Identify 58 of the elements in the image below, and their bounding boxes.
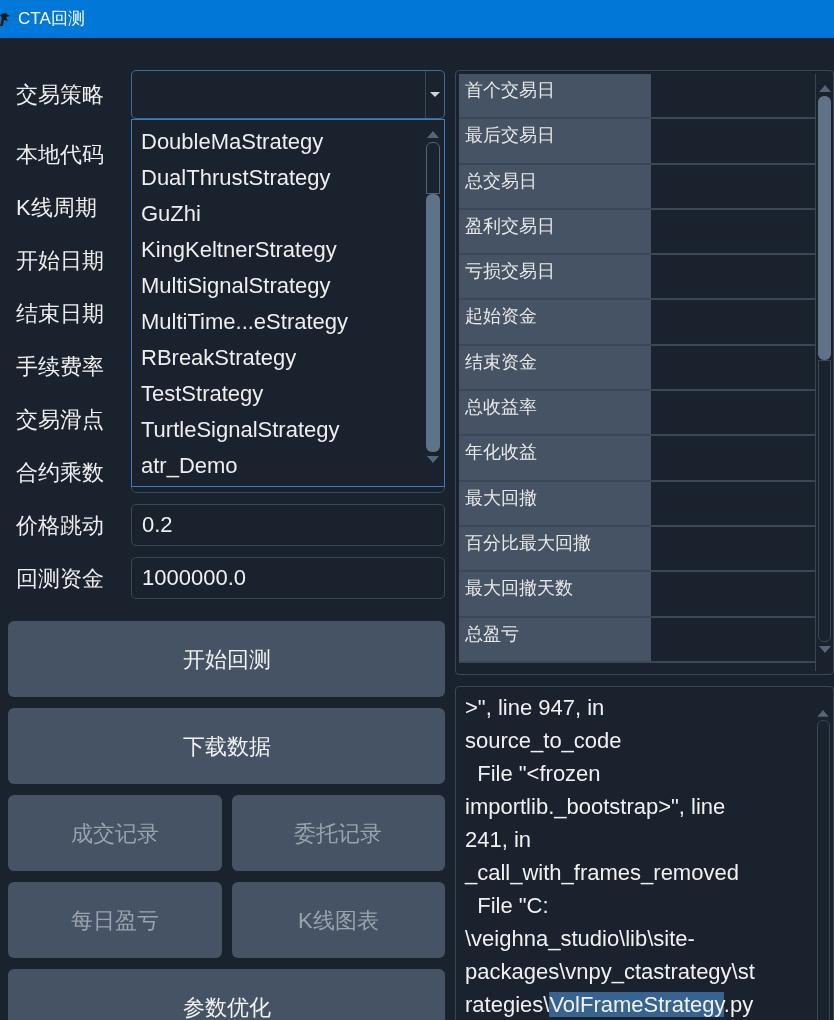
table-cell: 结束资金: [459, 345, 651, 390]
window-title: CTA回测: [18, 8, 85, 31]
scroll-up-icon[interactable]: [818, 84, 831, 92]
field-label: 回测资金: [15, 564, 105, 593]
table-cell: 最大回撤天数: [459, 572, 651, 616]
scrollbar-thumb[interactable]: [818, 96, 831, 360]
input-field[interactable]: 0.2: [131, 504, 445, 546]
dropdown-item[interactable]: MultiSignalStrategy: [132, 268, 422, 304]
log-line: File "<frozen: [476, 760, 602, 788]
table-cell: 最后交易日: [459, 119, 651, 163]
log-line: _call_with_frames_removed: [465, 859, 740, 887]
field-label: 结束日期: [15, 299, 105, 328]
table-cell: 总交易日: [459, 164, 651, 208]
dropdown-item[interactable]: GuZhi: [132, 196, 422, 232]
log-line: >", line 947, in: [465, 694, 606, 722]
log-line: rategies\VolFrameStrategy.py: [465, 991, 755, 1019]
field-label: 本地代码: [15, 140, 105, 169]
field-label: K线周期: [15, 193, 98, 222]
scroll-up-icon[interactable]: [817, 709, 829, 717]
log-line: source_to_code: [465, 727, 623, 755]
table-cell: 总收益率: [459, 391, 651, 435]
table-cell: 盈利交易日: [459, 209, 651, 254]
table-cell: 总盈亏: [459, 617, 651, 661]
dropdown-arrow-icon: [430, 92, 440, 97]
action-button[interactable]: 参数优化: [8, 969, 445, 1020]
table-cell: 首个交易日: [459, 74, 651, 118]
field-label: 交易策略: [15, 81, 105, 109]
field-label: 交易滑点: [15, 405, 105, 434]
log-line: packages\vnpy_ctastrategy\st: [465, 958, 756, 986]
table-cell: 百分比最大回撤: [459, 526, 651, 571]
action-button[interactable]: 下载数据: [8, 708, 445, 784]
dropdown-item[interactable]: atr_Demo: [132, 448, 422, 484]
log-line: importlib._bootstrap>", line: [465, 793, 727, 821]
input-field[interactable]: 1000000.0: [131, 557, 445, 599]
field-label: 价格跳动: [15, 511, 105, 540]
scrollbar-thumb[interactable]: [426, 194, 440, 452]
dropdown-item[interactable]: RBreakStrategy: [132, 340, 422, 376]
table-cell: 最大回撤: [459, 481, 651, 525]
dropdown-item[interactable]: MultiTime...eStrategy: [132, 304, 422, 340]
action-button[interactable]: 开始回测: [8, 621, 445, 697]
dropdown-item[interactable]: TurtleSignalStrategy: [132, 412, 422, 448]
scroll-down-icon[interactable]: [818, 646, 831, 654]
field-label: 手续费率: [15, 352, 105, 381]
table-cell: 年化收益: [459, 436, 651, 480]
table-cell: 起始资金: [459, 300, 651, 344]
dropdown-item[interactable]: KingKeltnerStrategy: [132, 232, 422, 268]
log-line: File "C:: [476, 892, 550, 920]
field-label: 合约乘数: [15, 458, 105, 487]
app-icon: [0, 12, 12, 26]
log-line: \veighna_studio\lib\site-: [465, 925, 696, 953]
scroll-down-icon[interactable]: [427, 456, 439, 464]
scroll-up-icon[interactable]: [427, 130, 439, 138]
dropdown-item[interactable]: DualThrustStrategy: [132, 160, 422, 196]
log-line: 241, in: [465, 826, 533, 854]
table-cell: 亏损交易日: [459, 255, 651, 299]
field-label: 开始日期: [15, 246, 105, 275]
dropdown-item[interactable]: DoubleMaStrategy: [132, 124, 422, 160]
dropdown-item[interactable]: TestStrategy: [132, 376, 422, 412]
